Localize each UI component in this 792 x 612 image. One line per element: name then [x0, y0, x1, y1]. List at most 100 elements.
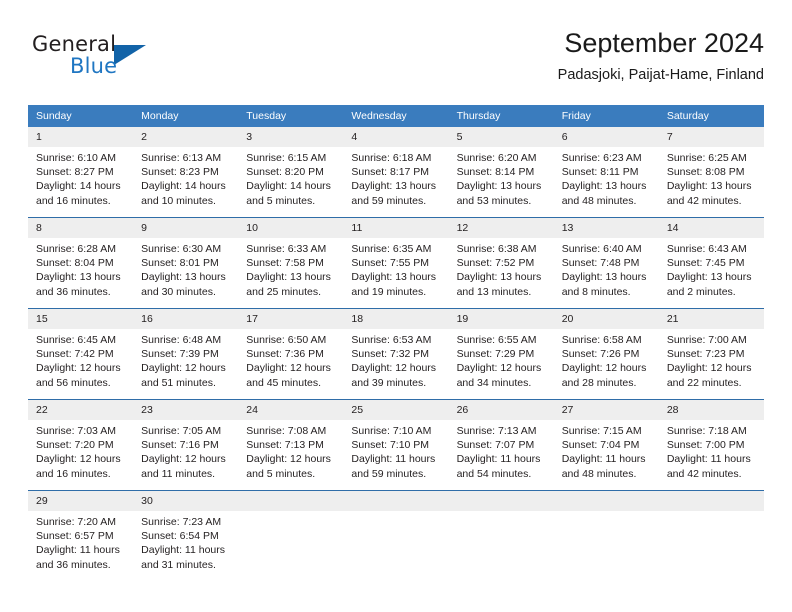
- daylight-text-line1: Daylight: 13 hours: [141, 271, 226, 284]
- calendar-day-cell[interactable]: 26 Sunrise: 7:13 AM Sunset: 7:07 PM Dayligh…: [448, 399, 554, 491]
- day-number: 7: [658, 127, 764, 147]
- calendar-day-cell[interactable]: 11 Sunrise: 6:35 AM Sunset: 7:55 PM Dayligh…: [343, 217, 449, 309]
- sunset-text: Sunset: 6:57 PM: [36, 530, 114, 543]
- day-cell-inner: 23 Sunrise: 7:05 AM Sunset: 7:16 PM Dayligh…: [133, 400, 239, 490]
- sunset-text: Sunset: 8:01 PM: [141, 257, 219, 270]
- sunrise-text: Sunrise: 6:48 AM: [141, 334, 222, 346]
- calendar-day-cell[interactable]: 17 Sunrise: 6:50 AM Sunset: 7:36 PM Dayligh…: [238, 308, 344, 400]
- daylight-text-line1: Daylight: 14 hours: [246, 180, 331, 193]
- weekday-header-saturday: Saturday: [658, 105, 764, 127]
- day-number: 8: [28, 218, 134, 238]
- day-number: 30: [133, 491, 239, 511]
- day-number: [553, 491, 659, 511]
- calendar-day-cell[interactable]: 12 Sunrise: 6:38 AM Sunset: 7:52 PM Dayligh…: [448, 217, 554, 309]
- day-sun-info: Sunrise: 6:10 AM Sunset: 8:27 PM Daylight:…: [28, 147, 133, 208]
- sunset-text: Sunset: 7:13 PM: [246, 439, 324, 452]
- sunrise-text: Sunrise: 7:15 AM: [561, 425, 642, 437]
- daylight-text-line1: Daylight: 13 hours: [456, 271, 542, 284]
- day-cell-inner: 24 Sunrise: 7:08 AM Sunset: 7:13 PM Dayligh…: [238, 400, 344, 490]
- page-header: General Blue September 2024 Padasjoki, P…: [28, 26, 764, 98]
- day-number: 16: [133, 309, 239, 329]
- day-cell-inner: 1 Sunrise: 6:10 AM Sunset: 8:27 PM Daylight…: [28, 127, 134, 217]
- calendar-week-row: 1 Sunrise: 6:10 AM Sunset: 8:27 PM Daylight…: [28, 127, 764, 218]
- day-number: 19: [448, 309, 554, 329]
- weekday-header-friday: Friday: [553, 105, 659, 127]
- calendar-day-cell[interactable]: 1 Sunrise: 6:10 AM Sunset: 8:27 PM Daylight…: [28, 127, 134, 218]
- day-sun-info: Sunrise: 7:18 AM Sunset: 7:00 PM Daylight:…: [659, 420, 764, 481]
- calendar-day-cell[interactable]: 8 Sunrise: 6:28 AM Sunset: 8:04 PM Daylight…: [28, 217, 134, 309]
- calendar-day-cell[interactable]: 5 Sunrise: 6:20 AM Sunset: 8:14 PM Daylight…: [448, 127, 554, 218]
- calendar-empty-cell: [553, 490, 659, 581]
- sunset-text: Sunset: 8:17 PM: [351, 166, 430, 179]
- day-cell-inner: 18 Sunrise: 6:53 AM Sunset: 7:32 PM Dayligh…: [343, 309, 449, 399]
- sunset-text: Sunset: 8:14 PM: [456, 166, 535, 179]
- sunset-text: Sunset: 7:36 PM: [246, 348, 324, 361]
- calendar-day-cell[interactable]: 25 Sunrise: 7:10 AM Sunset: 7:10 PM Dayligh…: [343, 399, 449, 491]
- weekday-header-thursday: Thursday: [448, 105, 554, 127]
- sunrise-text: Sunrise: 7:05 AM: [141, 425, 222, 437]
- sunset-text: Sunset: 7:23 PM: [666, 348, 745, 361]
- daylight-text-line1: Daylight: 12 hours: [456, 362, 542, 375]
- daylight-text-line2: and 22 minutes.: [666, 376, 742, 389]
- calendar-day-cell[interactable]: 14 Sunrise: 6:43 AM Sunset: 7:45 PM Dayligh…: [658, 217, 764, 309]
- calendar-day-cell[interactable]: 4 Sunrise: 6:18 AM Sunset: 8:17 PM Daylight…: [343, 127, 449, 218]
- calendar-day-cell[interactable]: 21 Sunrise: 7:00 AM Sunset: 7:23 PM Dayligh…: [658, 308, 764, 400]
- day-cell-inner: 25 Sunrise: 7:10 AM Sunset: 7:10 PM Dayligh…: [343, 400, 449, 490]
- calendar-day-cell[interactable]: 2 Sunrise: 6:13 AM Sunset: 8:23 PM Daylight…: [133, 127, 239, 218]
- day-cell-inner: 26 Sunrise: 7:13 AM Sunset: 7:07 PM Dayligh…: [448, 400, 554, 490]
- calendar-day-cell[interactable]: 9 Sunrise: 6:30 AM Sunset: 8:01 PM Daylight…: [133, 217, 239, 309]
- daylight-text-line1: Daylight: 13 hours: [456, 180, 542, 193]
- calendar-day-cell[interactable]: 28 Sunrise: 7:18 AM Sunset: 7:00 PM Dayligh…: [658, 399, 764, 491]
- daylight-text-line2: and 51 minutes.: [141, 376, 216, 389]
- sunset-text: Sunset: 7:00 PM: [666, 439, 745, 452]
- page-subtitle: Padasjoki, Paijat-Hame, Finland: [557, 67, 764, 83]
- calendar-day-cell[interactable]: 13 Sunrise: 6:40 AM Sunset: 7:48 PM Dayligh…: [553, 217, 659, 309]
- calendar-day-cell[interactable]: 6 Sunrise: 6:23 AM Sunset: 8:11 PM Daylight…: [553, 127, 659, 218]
- day-number: 5: [448, 127, 554, 147]
- sunrise-text: Sunrise: 7:00 AM: [666, 334, 747, 346]
- calendar-day-cell[interactable]: 24 Sunrise: 7:08 AM Sunset: 7:13 PM Dayligh…: [238, 399, 344, 491]
- calendar-day-cell[interactable]: 15 Sunrise: 6:45 AM Sunset: 7:42 PM Dayligh…: [28, 308, 134, 400]
- day-cell-inner: [238, 491, 344, 581]
- daylight-text-line2: and 31 minutes.: [141, 558, 216, 571]
- daylight-text-line2: and 10 minutes.: [141, 194, 216, 207]
- daylight-text-line1: Daylight: 14 hours: [36, 180, 121, 193]
- calendar-day-cell[interactable]: 22 Sunrise: 7:03 AM Sunset: 7:20 PM Dayligh…: [28, 399, 134, 491]
- calendar-day-cell[interactable]: 23 Sunrise: 7:05 AM Sunset: 7:16 PM Dayligh…: [133, 399, 239, 491]
- day-sun-info: Sunrise: 6:23 AM Sunset: 8:11 PM Daylight:…: [554, 147, 659, 208]
- day-number: 22: [28, 400, 134, 420]
- daylight-text-line2: and 42 minutes.: [666, 194, 742, 207]
- daylight-text-line1: Daylight: 13 hours: [246, 271, 331, 284]
- day-cell-inner: 5 Sunrise: 6:20 AM Sunset: 8:14 PM Daylight…: [448, 127, 554, 217]
- calendar-day-cell[interactable]: 16 Sunrise: 6:48 AM Sunset: 7:39 PM Dayligh…: [133, 308, 239, 400]
- sunset-text: Sunset: 8:11 PM: [561, 166, 639, 179]
- calendar-day-cell[interactable]: 7 Sunrise: 6:25 AM Sunset: 8:08 PM Daylight…: [658, 127, 764, 218]
- day-number: 27: [553, 400, 659, 420]
- sunrise-text: Sunrise: 6:58 AM: [561, 334, 642, 346]
- day-sun-info: Sunrise: 6:15 AM Sunset: 8:20 PM Daylight:…: [238, 147, 343, 208]
- calendar-day-cell[interactable]: 29 Sunrise: 7:20 AM Sunset: 6:57 PM Dayligh…: [28, 490, 134, 581]
- calendar-day-cell[interactable]: 20 Sunrise: 6:58 AM Sunset: 7:26 PM Dayligh…: [553, 308, 659, 400]
- day-sun-info: Sunrise: 7:15 AM Sunset: 7:04 PM Daylight:…: [554, 420, 659, 481]
- daylight-text-line1: Daylight: 12 hours: [36, 453, 121, 466]
- calendar-day-cell[interactable]: 27 Sunrise: 7:15 AM Sunset: 7:04 PM Dayligh…: [553, 399, 659, 491]
- daylight-text-line1: Daylight: 13 hours: [351, 271, 437, 284]
- day-cell-inner: 12 Sunrise: 6:38 AM Sunset: 7:52 PM Dayligh…: [448, 218, 554, 308]
- general-blue-logo[interactable]: General Blue: [32, 32, 172, 86]
- calendar-day-cell[interactable]: 18 Sunrise: 6:53 AM Sunset: 7:32 PM Dayligh…: [343, 308, 449, 400]
- calendar-day-cell[interactable]: 30 Sunrise: 7:23 AM Sunset: 6:54 PM Dayligh…: [133, 490, 239, 581]
- day-number: 10: [238, 218, 344, 238]
- day-cell-inner: [658, 491, 764, 581]
- daylight-text-line1: Daylight: 13 hours: [351, 180, 437, 193]
- sunrise-text: Sunrise: 6:20 AM: [456, 152, 537, 164]
- day-number: 13: [553, 218, 659, 238]
- day-number: 15: [28, 309, 134, 329]
- day-number: 25: [343, 400, 449, 420]
- calendar-week-row: 8 Sunrise: 6:28 AM Sunset: 8:04 PM Daylight…: [28, 217, 764, 309]
- sunset-text: Sunset: 7:55 PM: [351, 257, 430, 270]
- calendar-day-cell[interactable]: 19 Sunrise: 6:55 AM Sunset: 7:29 PM Dayligh…: [448, 308, 554, 400]
- calendar-day-cell[interactable]: 10 Sunrise: 6:33 AM Sunset: 7:58 PM Dayligh…: [238, 217, 344, 309]
- daylight-text-line1: Daylight: 11 hours: [561, 453, 646, 466]
- calendar-day-cell[interactable]: 3 Sunrise: 6:15 AM Sunset: 8:20 PM Daylight…: [238, 127, 344, 218]
- day-sun-info: Sunrise: 7:13 AM Sunset: 7:07 PM Daylight:…: [449, 420, 554, 481]
